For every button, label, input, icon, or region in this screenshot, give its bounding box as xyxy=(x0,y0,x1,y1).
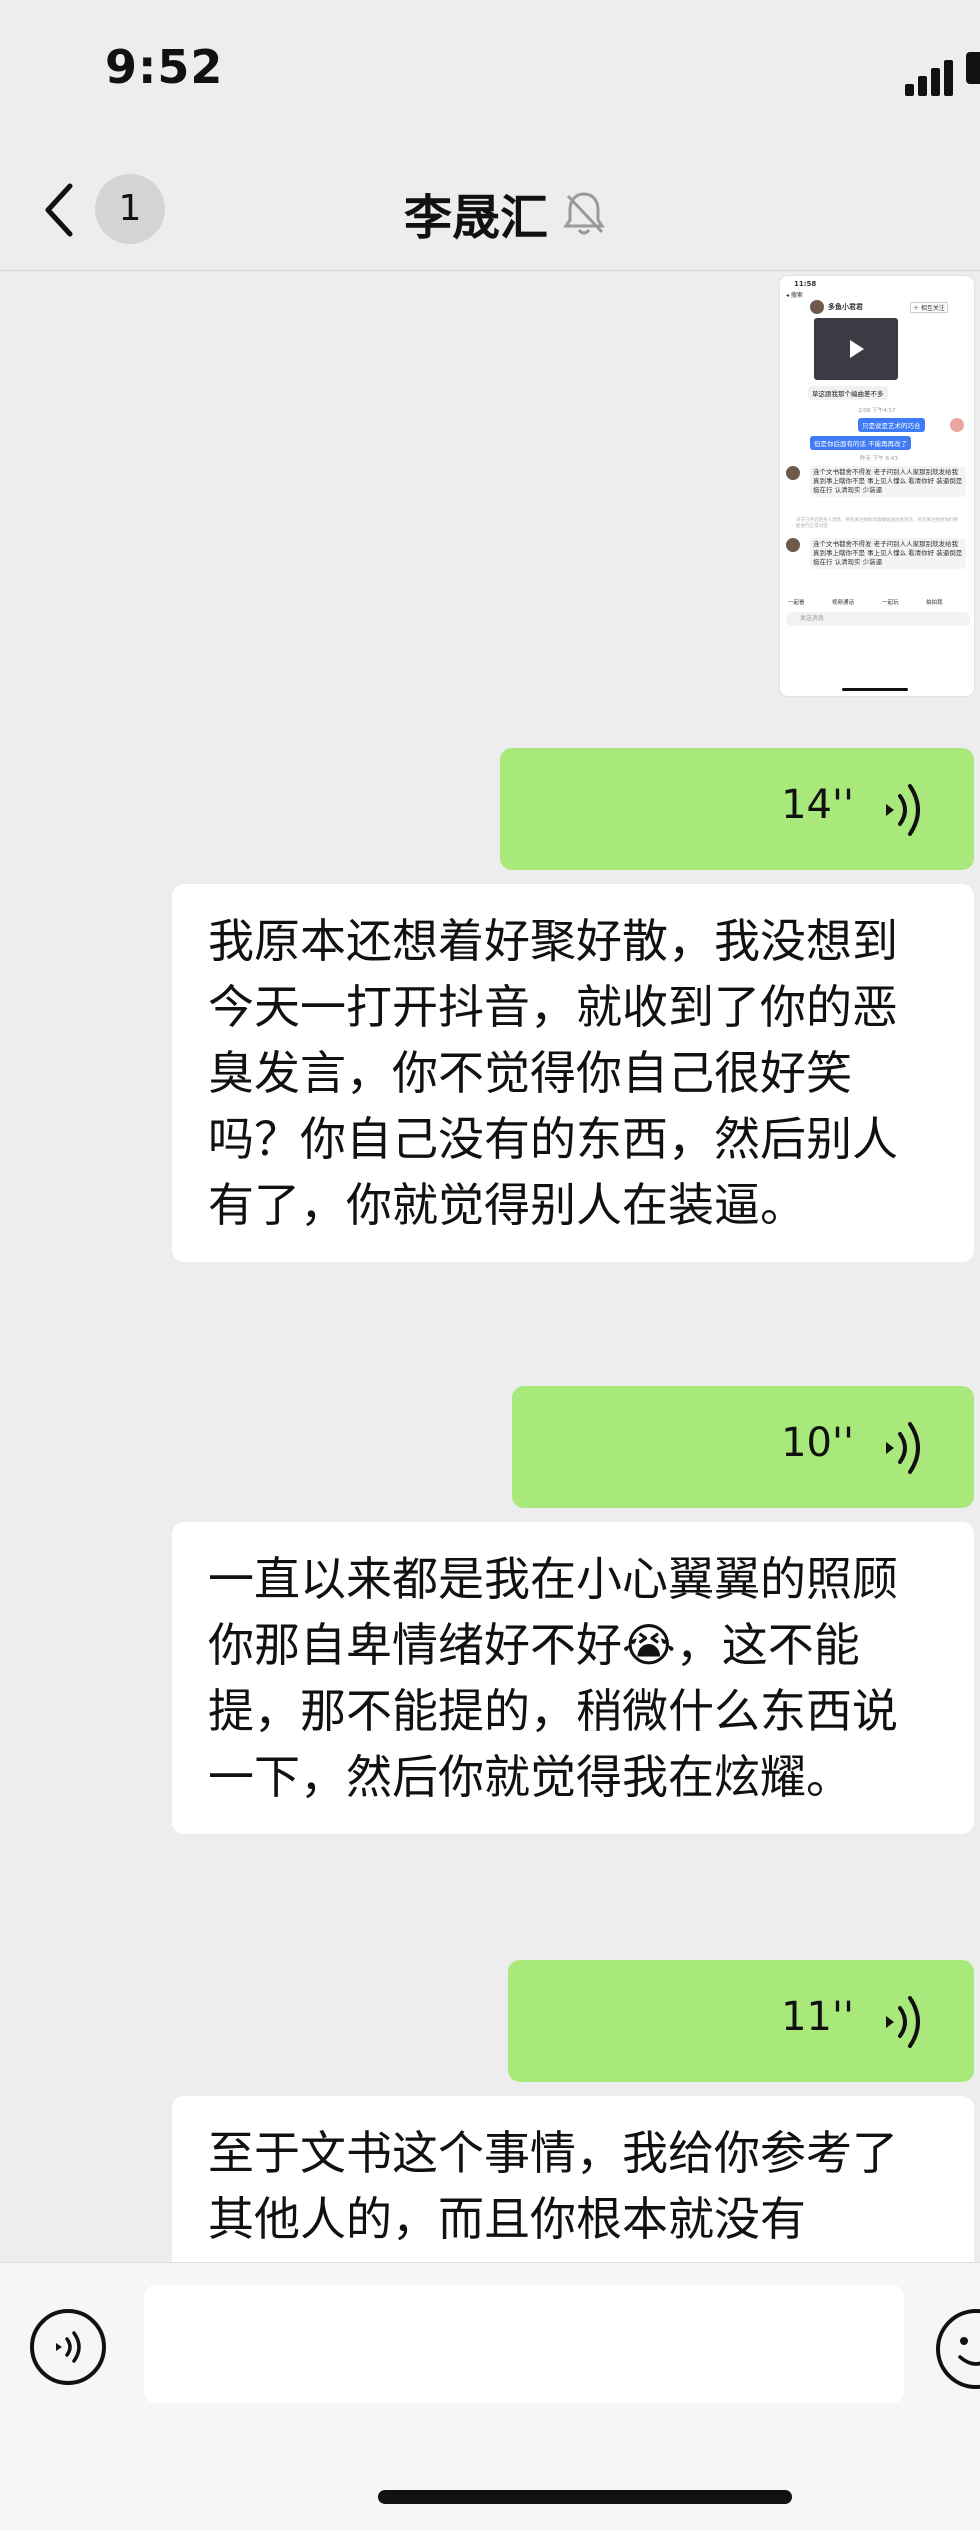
home-indicator xyxy=(378,2490,792,2504)
voice-message[interactable]: 10'' xyxy=(512,1386,974,1508)
thumb-name: 多鱼小君君 xyxy=(828,303,863,311)
text-message: 一直以来都是我在小心翼翼的照顾你那自卑情绪好不好😭，这不能提，那不能提的，稍微什… xyxy=(172,1522,974,1834)
thumb-avatar xyxy=(810,300,824,314)
voice-duration: 11'' xyxy=(781,1994,854,2040)
thumb-peer-avatar-1 xyxy=(786,466,800,480)
thumb-home-indicator xyxy=(842,688,908,691)
thumb-action-2: 一起玩 xyxy=(882,600,899,606)
voice-wave-icon xyxy=(886,784,920,836)
unread-count-badge[interactable]: 1 xyxy=(95,174,165,244)
chat-header: 1 李晟汇 xyxy=(0,150,980,271)
thumb-back-label: ◂ 搜索 xyxy=(786,292,803,299)
back-button[interactable] xyxy=(40,180,90,240)
thumb-sent1: 只是说是艺术的巧合 xyxy=(858,418,925,432)
chevron-left-icon xyxy=(45,183,73,237)
thumb-peer-avatar-2 xyxy=(786,538,800,552)
voice-wave-icon xyxy=(886,1996,920,2048)
play-icon xyxy=(850,340,864,358)
thumb-para2: 连个文书都舍不得发 老子问别人人家那别就发给我 真到事上瞎你不是 事上见人懂么 … xyxy=(810,538,966,569)
bell-off-icon xyxy=(563,192,605,235)
thumb-notice: 对方已开启陌生人消息，所有关注你的消息都会送达给对方，对方关注你后你们将能进行正… xyxy=(796,518,958,529)
thumb-action-0: 一起看 xyxy=(788,600,805,606)
voice-wave-icon xyxy=(886,1422,920,1474)
thumb-video-caption: 草这跟我那个编曲差不多 xyxy=(808,386,888,400)
cellular-signal-icon xyxy=(905,60,955,96)
text-message: 我原本还想着好聚好散，我没想到今天一打开抖音，就收到了你的恶臭发言，你不觉得你自… xyxy=(172,884,974,1262)
thumb-self-avatar xyxy=(950,418,964,432)
voice-input-icon xyxy=(56,2331,81,2363)
thumb-stamp2: 昨天 下午 6:43 xyxy=(860,456,898,462)
emoji-button[interactable] xyxy=(936,2309,980,2389)
thumb-action-1: 视频通话 xyxy=(832,600,855,606)
wifi-icon xyxy=(966,52,980,84)
voice-duration: 10'' xyxy=(781,1420,854,1466)
voice-input-button[interactable] xyxy=(30,2309,106,2385)
image-message[interactable]: 11:58 ◂ 搜索 多鱼小君君 ＋ 相互关注 草这跟我那个编曲差不多 2/08… xyxy=(780,276,974,696)
thumb-stamp1: 2/08 下午4:57 xyxy=(858,408,896,414)
voice-duration: 14'' xyxy=(781,782,854,828)
thumb-input: 发送消息 xyxy=(786,612,970,626)
message-input[interactable] xyxy=(144,2285,904,2403)
status-time: 9:52 xyxy=(105,40,224,94)
emoji-icon xyxy=(958,2337,980,2366)
thumb-sent2: 但是你后面有的话 不能再再改了 xyxy=(810,436,912,450)
voice-message[interactable]: 14'' xyxy=(500,748,974,870)
chat-title: 李晟汇 xyxy=(403,190,549,246)
chat-title-group: 李晟汇 xyxy=(404,178,606,248)
thumb-para1: 连个文书都舍不得发 老子问别人人家那别就发给我 真到事上瞎你不是 事上见人懂么 … xyxy=(810,466,966,497)
thumb-follow: ＋ 相互关注 xyxy=(910,302,948,313)
status-bar: 9:52 xyxy=(0,0,980,150)
thumb-time: 11:58 xyxy=(794,280,817,288)
thumb-action-3: 拍拍我 xyxy=(926,600,943,606)
voice-message[interactable]: 11'' xyxy=(508,1960,974,2082)
thumb-video xyxy=(814,318,898,380)
